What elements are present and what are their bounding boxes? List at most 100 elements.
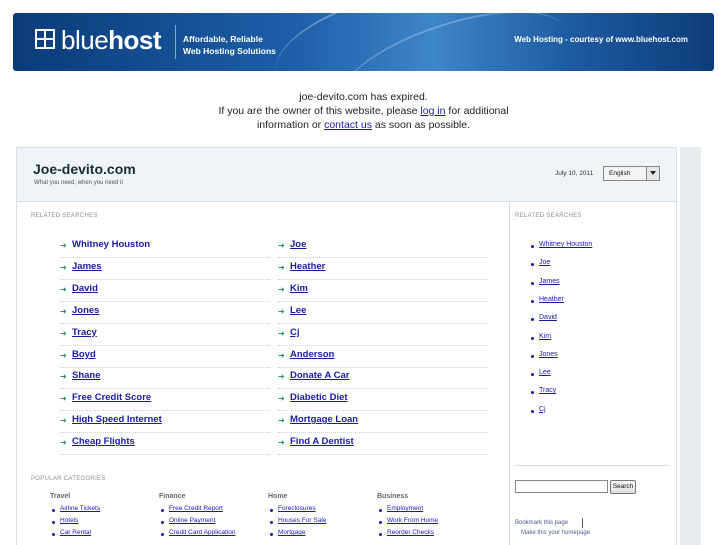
- related-search-link[interactable]: James: [72, 261, 102, 272]
- category-item[interactable]: Employment: [377, 505, 438, 517]
- related-search-item[interactable]: ➜ Cj: [278, 324, 488, 346]
- related-search-link[interactable]: David: [72, 283, 98, 294]
- category-item[interactable]: Free Credit Report: [159, 505, 235, 517]
- category-item[interactable]: Car Rental: [50, 529, 100, 541]
- category-item[interactable]: Work From Home: [377, 517, 438, 529]
- scrollbar[interactable]: [680, 147, 701, 545]
- related-search-link[interactable]: Diabetic Diet: [290, 392, 348, 403]
- arrow-right-icon: ➜: [278, 306, 285, 316]
- category-link[interactable]: Houses For Sale: [278, 517, 326, 524]
- language-select[interactable]: English: [603, 166, 660, 181]
- category-item[interactable]: Airline Tickets: [50, 505, 100, 517]
- sidebar-search-link[interactable]: Jones: [539, 351, 558, 358]
- related-search-link[interactable]: Cj: [290, 327, 300, 338]
- related-search-item[interactable]: ➜ Diabetic Diet: [278, 389, 488, 412]
- sidebar-search-link[interactable]: James: [539, 278, 560, 285]
- category-link[interactable]: Airline Tickets: [60, 505, 100, 512]
- link-separator: [582, 518, 583, 528]
- search-input[interactable]: [515, 480, 608, 493]
- related-search-item[interactable]: ➜ Heather: [278, 258, 488, 280]
- bluehost-logo-text[interactable]: bluehost: [61, 25, 162, 56]
- category-link[interactable]: Mortgage: [278, 529, 305, 536]
- category-link[interactable]: Employment: [387, 505, 423, 512]
- related-search-link[interactable]: Joe: [290, 239, 306, 250]
- bullet-icon: [531, 354, 534, 358]
- arrow-right-icon: ➜: [60, 438, 67, 448]
- related-search-item[interactable]: ➜ Kim: [278, 280, 488, 302]
- logo-divider: [175, 25, 176, 59]
- category-link[interactable]: Car Rental: [60, 529, 91, 536]
- related-search-item[interactable]: ➜ Find A Dentist: [278, 433, 488, 456]
- related-search-link[interactable]: High Speed Internet: [72, 414, 162, 425]
- related-search-item[interactable]: ➜ Anderson: [278, 346, 488, 368]
- related-search-link[interactable]: Lee: [290, 305, 306, 316]
- related-search-link[interactable]: Donate A Car: [290, 370, 349, 381]
- category-title: Finance: [159, 493, 186, 500]
- chevron-down-icon[interactable]: [646, 167, 659, 180]
- related-search-link[interactable]: Jones: [72, 305, 99, 316]
- arrow-right-icon: ➜: [278, 372, 285, 382]
- related-search-item[interactable]: ➜ Shane: [60, 367, 270, 390]
- related-search-link[interactable]: Find A Dentist: [290, 436, 354, 447]
- related-search-item[interactable]: ➜ Jones: [60, 302, 270, 324]
- related-search-link[interactable]: Cheap Flights: [72, 436, 135, 447]
- arrow-right-icon: ➜: [60, 394, 67, 404]
- category-link[interactable]: Reorder Checks: [387, 529, 434, 536]
- category-link[interactable]: Free Credit Report: [169, 505, 223, 512]
- related-search-item[interactable]: ➜ Mortgage Loan: [278, 411, 488, 434]
- related-search-link[interactable]: Shane: [72, 370, 101, 381]
- related-search-item[interactable]: ➜ Joe: [278, 236, 488, 258]
- category-title: Business: [377, 493, 409, 500]
- related-search-item[interactable]: ➜ Whitney Houston: [60, 236, 270, 258]
- category-item[interactable]: Foreclosures: [268, 505, 326, 517]
- bullet-icon: [531, 299, 534, 303]
- sidebar-search-link[interactable]: Tracy: [539, 387, 556, 394]
- related-search-item[interactable]: ➜ Lee: [278, 302, 488, 324]
- arrow-right-icon: ➜: [278, 394, 285, 404]
- sidebar-search-link[interactable]: Whitney Houston: [539, 241, 592, 248]
- sidebar-search-link[interactable]: Heather: [539, 296, 564, 303]
- arrow-right-icon: ➜: [278, 328, 285, 338]
- search-button[interactable]: Search: [610, 480, 636, 494]
- sidebar-search-link[interactable]: Kim: [539, 333, 551, 340]
- bullet-icon: [270, 521, 273, 524]
- category-item[interactable]: Credit Card Application: [159, 529, 235, 541]
- category-item[interactable]: Online Payment: [159, 517, 235, 529]
- related-search-link[interactable]: Kim: [290, 283, 308, 294]
- related-search-link[interactable]: Heather: [290, 261, 325, 272]
- sidebar-search-link[interactable]: Joe: [539, 259, 550, 266]
- category-item[interactable]: Reorder Checks: [377, 529, 438, 541]
- related-search-item[interactable]: ➜ High Speed Internet: [60, 411, 270, 434]
- login-link[interactable]: log in: [420, 105, 445, 117]
- sidebar-search-link[interactable]: Cj: [539, 406, 546, 413]
- bookmark-link[interactable]: Bookmark this page: [515, 520, 568, 526]
- category-link[interactable]: Foreclosures: [278, 505, 316, 512]
- category-link[interactable]: Online Payment: [169, 517, 215, 524]
- category-item[interactable]: Mortgage: [268, 529, 326, 541]
- bullet-icon: [52, 509, 55, 512]
- related-search-item[interactable]: ➜ Cheap Flights: [60, 433, 270, 456]
- sidebar-search-link[interactable]: Lee: [539, 369, 551, 376]
- related-search-item[interactable]: ➜ David: [60, 280, 270, 302]
- homepage-link[interactable]: Make this your homepage: [521, 530, 590, 536]
- category-link[interactable]: Credit Card Application: [169, 529, 235, 536]
- related-search-link[interactable]: Tracy: [72, 327, 97, 338]
- related-search-item[interactable]: ➜ Boyd: [60, 346, 270, 368]
- category-link[interactable]: Hotels: [60, 517, 78, 524]
- related-search-item[interactable]: ➜ Free Credit Score: [60, 389, 270, 412]
- related-search-item[interactable]: ➜ Donate A Car: [278, 367, 488, 390]
- category-item[interactable]: Hotels: [50, 517, 100, 529]
- category-title: Travel: [50, 493, 71, 500]
- related-search-link[interactable]: Boyd: [72, 349, 96, 360]
- related-search-item[interactable]: ➜ Tracy: [60, 324, 270, 346]
- arrow-right-icon: ➜: [278, 416, 285, 426]
- related-search-item[interactable]: ➜ James: [60, 258, 270, 280]
- related-search-link[interactable]: Free Credit Score: [72, 392, 151, 403]
- contact-us-link[interactable]: contact us: [324, 119, 372, 131]
- category-item[interactable]: Houses For Sale: [268, 517, 326, 529]
- sidebar-search-link[interactable]: David: [539, 314, 557, 321]
- related-search-link[interactable]: Anderson: [290, 349, 334, 360]
- related-search-link[interactable]: Whitney Houston: [72, 239, 150, 250]
- related-search-link[interactable]: Mortgage Loan: [290, 414, 358, 425]
- category-link[interactable]: Work From Home: [387, 517, 438, 524]
